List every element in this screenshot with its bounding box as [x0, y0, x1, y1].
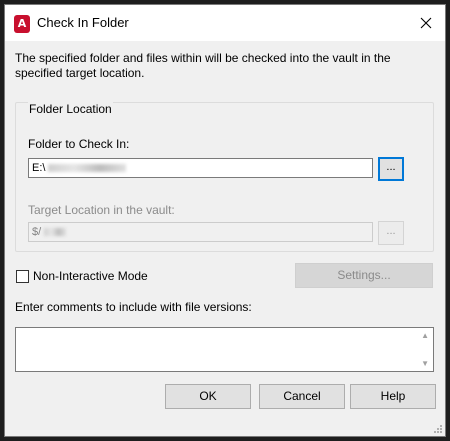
- folder-to-check-in-input[interactable]: E:\: [28, 158, 373, 178]
- autodesk-app-icon: A: [14, 15, 30, 33]
- close-button[interactable]: [413, 11, 439, 35]
- title-bar: A Check In Folder: [5, 5, 445, 41]
- folder-location-group-title: Folder Location: [28, 102, 113, 116]
- target-location-input[interactable]: $/: [28, 222, 373, 242]
- redacted-target: [44, 228, 67, 237]
- scroll-down-arrow-icon[interactable]: ▼: [421, 359, 429, 368]
- resize-grip-icon[interactable]: [433, 424, 443, 434]
- ok-button[interactable]: OK: [165, 384, 251, 409]
- non-interactive-mode-checkbox[interactable]: [16, 270, 29, 283]
- help-button[interactable]: Help: [350, 384, 436, 409]
- check-in-folder-dialog: A Check In Folder The specified folder a…: [4, 4, 446, 437]
- description-text: The specified folder and files within wi…: [15, 51, 391, 80]
- comments-textarea[interactable]: ▲ ▼: [15, 327, 434, 372]
- target-location-value: $/: [32, 226, 42, 238]
- target-location-label: Target Location in the vault:: [28, 203, 175, 217]
- close-icon: [420, 17, 432, 29]
- browse-target-button[interactable]: ...: [378, 221, 404, 245]
- settings-button[interactable]: Settings...: [295, 263, 433, 288]
- redacted-path: [48, 164, 127, 173]
- folder-location-group: Folder Location Folder to Check In: E:\ …: [15, 102, 434, 252]
- folder-to-check-in-label: Folder to Check In:: [28, 137, 130, 151]
- folder-to-check-in-value: E:\: [32, 162, 46, 174]
- cancel-button[interactable]: Cancel: [259, 384, 345, 409]
- dialog-title: Check In Folder: [37, 15, 129, 30]
- browse-folder-button[interactable]: ...: [378, 157, 404, 181]
- comments-label: Enter comments to include with file vers…: [15, 300, 252, 314]
- non-interactive-mode-label: Non-Interactive Mode: [33, 269, 148, 283]
- scroll-up-arrow-icon[interactable]: ▲: [421, 331, 429, 340]
